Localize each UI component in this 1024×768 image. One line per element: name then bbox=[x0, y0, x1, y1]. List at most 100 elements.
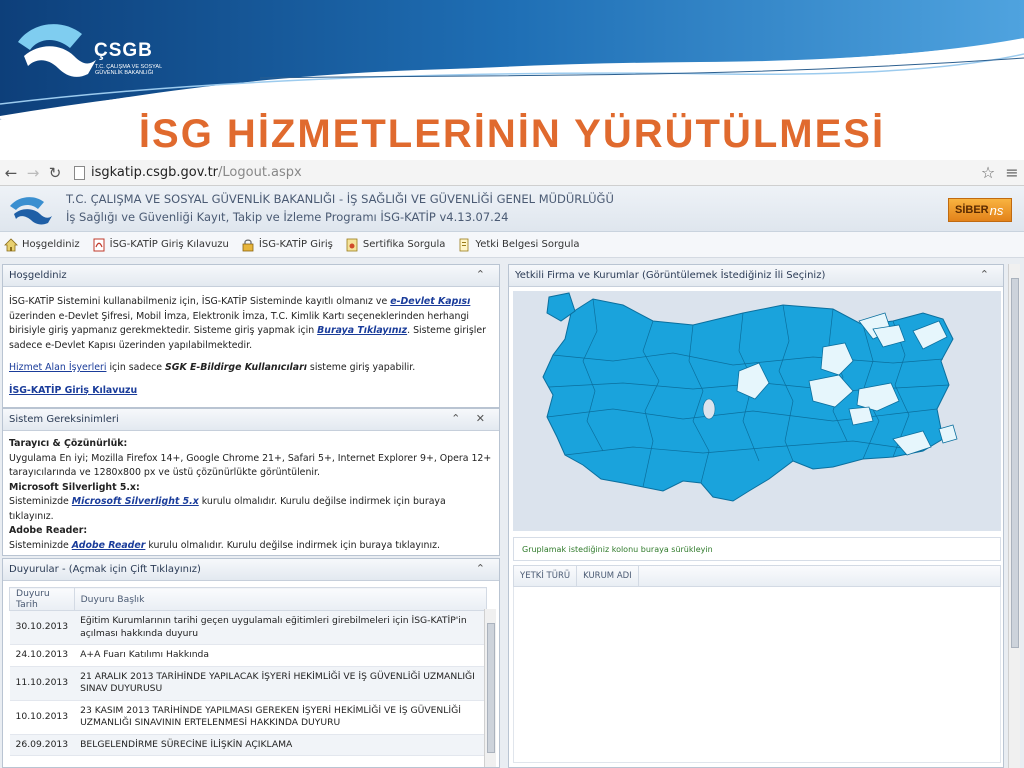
toolbar-item-certificate[interactable]: Sertifika Sorgula bbox=[345, 238, 446, 252]
map-panel-header: Yetkili Firma ve Kurumlar (Görüntülemek … bbox=[509, 265, 1003, 287]
toolbar-item-welcome[interactable]: Hoşgeldiniz bbox=[4, 237, 80, 252]
slide-title: İSG HİZMETLERİNİN YÜRÜTÜLMESİ bbox=[138, 112, 886, 156]
map-panel: Yetkili Firma ve Kurumlar (Görüntülemek … bbox=[508, 264, 1004, 768]
row-date: 24.10.2013 bbox=[9, 644, 75, 667]
collapse-icon[interactable]: ⌃ bbox=[476, 268, 491, 281]
announcements-panel-header: Duyurular - (Açmak için Çift Tıklayınız)… bbox=[3, 559, 499, 581]
star-icon[interactable]: ☆ bbox=[976, 162, 1000, 184]
announcements-scrollbar[interactable] bbox=[484, 609, 496, 767]
panel-title: Sistem Gereksinimleri bbox=[9, 414, 119, 425]
row-title: Eğitim Kurumlarının tarihi geçen uygulam… bbox=[74, 610, 487, 645]
column-header-institution-name[interactable]: KURUM ADI bbox=[577, 565, 639, 587]
table-row[interactable]: 30.10.2013 Eğitim Kurumlarının tarihi ge… bbox=[9, 610, 487, 645]
turkey-map-graphic[interactable] bbox=[513, 291, 1001, 531]
main-content: Hoşgeldiniz ⌃ İSG-KATİP Sistemini kullan… bbox=[0, 258, 1024, 768]
toolbar-item-authorization[interactable]: Yetki Belgesi Sorgula bbox=[457, 238, 579, 252]
toolbar: Hoşgeldiniz İSG-KATİP Giriş Kılavuzu İSG… bbox=[0, 232, 1024, 258]
logo-subtitle: T.C. ÇALIŞMA VE SOSYAL GÜVENLİK BAKANLIĞ… bbox=[95, 64, 162, 76]
welcome-paragraph-1: İSG-KATİP Sistemini kullanabilmeniz için… bbox=[9, 295, 493, 353]
requirements-panel-body: Tarayıcı & Çözünürlük: Uygulama En iyi; … bbox=[3, 431, 499, 561]
row-date: 10.10.2013 bbox=[9, 700, 75, 735]
column-header-authorization-type[interactable]: YETKİ TÜRÜ bbox=[514, 565, 578, 587]
text: kurulu olmalıdır. Kurulu değilse indirme… bbox=[145, 539, 440, 551]
toolbar-item-guide[interactable]: İSG-KATİP Giriş Kılavuzu bbox=[92, 238, 229, 252]
row-date: 26.09.2013 bbox=[9, 734, 75, 756]
table-row[interactable]: 10.10.2013 23 KASIM 2013 TARİHİNDE YAPIL… bbox=[9, 700, 487, 735]
column-header-date[interactable]: Duyuru Tarih bbox=[9, 587, 75, 611]
adobe-reader-link[interactable]: Adobe Reader bbox=[72, 540, 146, 551]
text: İSG-KATİP Sistemini kullanabilmeniz için… bbox=[9, 296, 391, 307]
row-title: BELGELENDİRME SÜRECİNE İLİŞKİN AÇIKLAMA bbox=[74, 734, 487, 756]
text: için sadece bbox=[106, 362, 165, 373]
panel-title: Duyurular - (Açmak için Çift Tıklayınız) bbox=[9, 564, 201, 575]
collapse-icon[interactable]: ⌃ bbox=[980, 268, 995, 281]
text: Sisteminizde bbox=[9, 496, 72, 507]
logo-text: ÇSGB bbox=[94, 40, 153, 61]
certificate-icon bbox=[346, 238, 358, 251]
toolbar-label: Yetki Belgesi Sorgula bbox=[475, 239, 580, 250]
toolbar-label: Hoşgeldiniz bbox=[22, 239, 80, 250]
collapse-icon[interactable]: ⌃ bbox=[476, 562, 491, 575]
reload-icon[interactable]: ↻ bbox=[44, 162, 66, 184]
browser-text: Uygulama En iyi; Mozilla Firefox 14+, Go… bbox=[9, 452, 492, 479]
service-workplaces-link[interactable]: Hizmet Alan İşyerleri bbox=[9, 362, 106, 373]
address-bar[interactable]: isgkatip.csgb.gov.tr/Logout.aspx bbox=[74, 163, 976, 183]
row-date: 30.10.2013 bbox=[9, 610, 75, 645]
vendor-logo-suffix: ns bbox=[989, 202, 1004, 218]
table-row[interactable]: 24.10.2013 A+A Fuarı Katılımı Hakkında bbox=[9, 644, 487, 667]
text: Sisteminizde bbox=[9, 539, 72, 551]
announcements-panel: Duyurular - (Açmak için Çift Tıklayınız)… bbox=[2, 558, 500, 768]
toolbar-item-login[interactable]: İSG-KATİP Giriş bbox=[241, 238, 333, 252]
forward-arrow-icon[interactable]: → bbox=[22, 162, 44, 184]
row-date: 11.10.2013 bbox=[9, 666, 75, 701]
click-here-link[interactable]: Buraya Tıklayınız bbox=[317, 325, 407, 336]
column-header-title[interactable]: Duyuru Başlık bbox=[73, 587, 488, 611]
group-by-drop-zone[interactable]: Gruplamak istediğiniz kolonu buraya sürü… bbox=[513, 537, 1001, 561]
app-header: T.C. ÇALIŞMA VE SOSYAL GÜVENLİK BAKANLIĞ… bbox=[0, 186, 1024, 232]
menu-icon[interactable]: ≡ bbox=[1000, 162, 1024, 184]
document-icon bbox=[460, 238, 469, 251]
text: SGK E-Bildirge Kullanıcıları bbox=[165, 362, 307, 373]
home-icon bbox=[4, 237, 18, 251]
silverlight-heading: Microsoft Silverlight 5.x: bbox=[9, 481, 140, 493]
welcome-paragraph-2: Hizmet Alan İşyerleri için sadece SGK E-… bbox=[9, 361, 493, 376]
panel-title: Hoşgeldiniz bbox=[9, 270, 67, 281]
app-logo-icon bbox=[10, 197, 52, 225]
slide-header: ÇSGB T.C. ÇALIŞMA VE SOSYAL GÜVENLİK BAK… bbox=[0, 0, 1024, 160]
page-scrollbar[interactable] bbox=[1008, 264, 1020, 768]
table-row[interactable]: 26.09.2013 BELGELENDİRME SÜRECİNE İLİŞKİ… bbox=[9, 734, 487, 756]
app-title-line1: T.C. ÇALIŞMA VE SOSYAL GÜVENLİK BAKANLIĞ… bbox=[66, 192, 614, 206]
panel-title: Yetkili Firma ve Kurumlar (Görüntülemek … bbox=[515, 270, 826, 281]
welcome-panel-body: İSG-KATİP Sistemini kullanabilmeniz için… bbox=[3, 287, 499, 414]
toolbar-label: Sertifika Sorgula bbox=[362, 239, 446, 250]
panel-controls[interactable]: ⌃ ✕ bbox=[451, 412, 491, 425]
page-scrollbar-thumb[interactable] bbox=[1011, 278, 1019, 648]
adobe-heading: Adobe Reader: bbox=[9, 525, 88, 536]
login-guide-link[interactable]: İSG-KATİP Giriş Kılavuzu bbox=[9, 385, 137, 396]
requirements-panel-header: Sistem Gereksinimleri ⌃ ✕ bbox=[3, 409, 499, 431]
silverlight-link[interactable]: Microsoft Silverlight 5.x bbox=[72, 496, 199, 507]
row-title: 23 KASIM 2013 TARİHİNDE YAPILMASI GEREKE… bbox=[74, 700, 487, 735]
table-row[interactable]: 11.10.2013 21 ARALIK 2013 TARİHİNDE YAPI… bbox=[9, 666, 487, 701]
results-grid-header: YETKİ TÜRÜ KURUM ADI bbox=[513, 565, 1001, 587]
turkey-map[interactable] bbox=[513, 291, 1001, 531]
app-title-line2: İş Sağlığı ve Güvenliği Kayıt, Takip ve … bbox=[66, 210, 509, 224]
row-title: 21 ARALIK 2013 TARİHİNDE YAPILACAK İŞYER… bbox=[74, 666, 487, 701]
requirements-panel: Sistem Gereksinimleri ⌃ ✕ Tarayıcı & Çöz… bbox=[2, 408, 500, 556]
edevlet-link[interactable]: e-Devlet Kapısı bbox=[390, 296, 470, 307]
text: sisteme giriş yapabilir. bbox=[306, 362, 416, 373]
vendor-logo-text: SİBER bbox=[955, 204, 989, 216]
welcome-panel: Hoşgeldiniz ⌃ İSG-KATİP Sistemini kullan… bbox=[2, 264, 500, 408]
vendor-logo: SİBER ns bbox=[948, 198, 1012, 222]
silverlight-text: Sisteminizde Microsoft Silverlight 5.x k… bbox=[9, 495, 493, 524]
results-grid-body bbox=[513, 587, 1001, 763]
browser-heading: Tarayıcı & Çözünürlük: bbox=[9, 438, 128, 449]
row-title: A+A Fuarı Katılımı Hakkında bbox=[74, 644, 487, 667]
url-path: /Logout.aspx bbox=[218, 165, 302, 180]
back-arrow-icon[interactable]: ← bbox=[0, 162, 22, 184]
adobe-text: Sisteminizde Adobe Reader kurulu olmalıd… bbox=[9, 539, 493, 554]
page-icon bbox=[74, 165, 85, 180]
browser-bar: ← → ↻ isgkatip.csgb.gov.tr/Logout.aspx ☆… bbox=[0, 160, 1024, 186]
lock-icon bbox=[242, 239, 254, 251]
scrollbar-thumb[interactable] bbox=[487, 623, 495, 753]
